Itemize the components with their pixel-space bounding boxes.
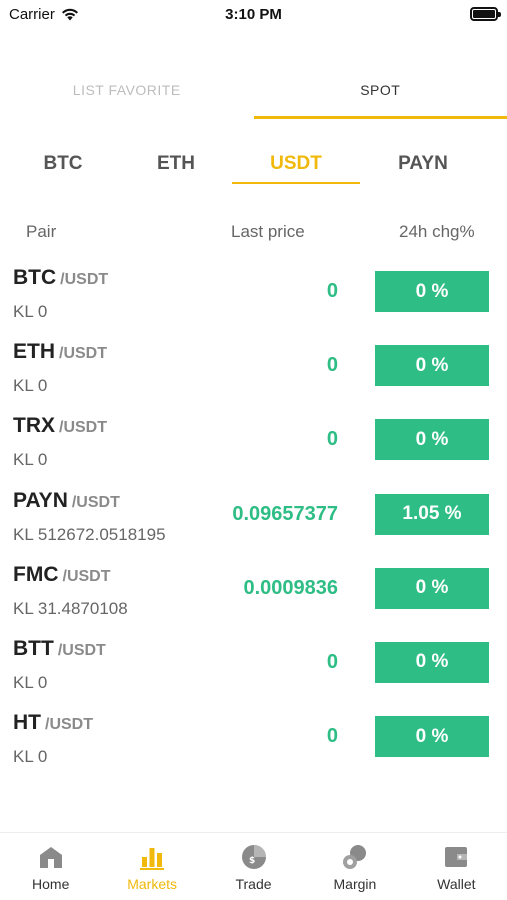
column-header-change[interactable]: 24h chg% (399, 222, 475, 242)
nav-home-label: Home (32, 876, 70, 892)
nav-trade[interactable]: $ Trade (203, 833, 304, 900)
base-symbol: BTT (13, 636, 54, 660)
tab-btc[interactable]: BTC (12, 146, 114, 184)
nav-markets-label: Markets (127, 876, 177, 892)
volume-label: KL 0 (13, 450, 48, 470)
bottom-nav: Home Markets $ Trade Margin Wallet (0, 832, 507, 900)
last-price: 0 (326, 280, 338, 302)
last-price: 0 (326, 725, 338, 748)
pair-name: BTC/USDT (13, 266, 108, 290)
base-symbol: TRX (13, 414, 55, 438)
battery-icon (470, 7, 501, 21)
market-type-tabs: LIST FAVORITE SPOT (0, 70, 507, 122)
volume-label: KL 512672.0518195 (13, 524, 166, 544)
nav-wallet[interactable]: Wallet (406, 833, 507, 900)
market-list: BTC/USDT KL 0 0 0 % ETH/USDT KL 0 0 0 % … (0, 262, 507, 781)
change-badge[interactable]: 0 % (375, 419, 489, 461)
change-badge[interactable]: 0 % (375, 345, 489, 387)
quote-symbol: /USDT (59, 345, 107, 363)
base-symbol: FMC (13, 562, 59, 586)
pair-name: BTT/USDT (13, 637, 106, 661)
last-price: 0.09657377 (232, 502, 338, 525)
market-row[interactable]: BTC/USDT KL 0 0 0 % (0, 262, 507, 336)
nav-margin[interactable]: Margin (304, 833, 405, 900)
volume-label: KL 0 (13, 376, 48, 396)
column-header-pair[interactable]: Pair (26, 222, 56, 242)
quote-symbol: /USDT (45, 716, 93, 734)
quote-symbol: /USDT (60, 271, 109, 288)
change-badge[interactable]: 0 % (375, 567, 489, 609)
last-price: 0 (326, 650, 338, 673)
column-header-last-price[interactable]: Last price (231, 222, 305, 242)
pair-name: TRX/USDT (13, 414, 107, 438)
pair-name: HT/USDT (13, 711, 93, 735)
base-symbol: PAYN (13, 488, 68, 512)
nav-home[interactable]: Home (0, 833, 101, 900)
margin-icon (342, 845, 366, 869)
change-badge[interactable]: 0 % (375, 641, 489, 683)
volume-label: KL 0 (13, 672, 48, 692)
last-price: 0 (326, 354, 338, 377)
tab-list-favorite[interactable]: LIST FAVORITE (0, 70, 254, 122)
quote-coin-tabs: BTC ETH USDT PAYN (0, 146, 507, 188)
pair-name: FMC/USDT (13, 563, 111, 587)
tab-spot[interactable]: SPOT (253, 70, 507, 122)
quote-symbol: /USDT (57, 641, 106, 659)
nav-trade-label: Trade (235, 876, 272, 892)
nav-wallet-label: Wallet (437, 876, 476, 892)
last-price: 0.0009836 (243, 576, 338, 599)
pair-name: PAYN/USDT (13, 489, 120, 513)
wallet-icon (445, 847, 468, 867)
nav-margin-label: Margin (333, 876, 377, 892)
markets-icon (140, 848, 165, 870)
change-badge[interactable]: 0 % (375, 271, 489, 312)
volume-label: KL 31.4870108 (13, 598, 128, 618)
quote-symbol: /USDT (71, 493, 120, 511)
market-row[interactable]: ETH/USDT KL 0 0 0 % (0, 336, 507, 410)
volume-label: KL 0 (13, 747, 48, 767)
market-row[interactable]: PAYN/USDT KL 512672.0518195 0.09657377 1… (0, 485, 507, 559)
tab-eth[interactable]: ETH (125, 146, 227, 184)
market-row[interactable]: FMC/USDT KL 31.4870108 0.0009836 0 % (0, 559, 507, 633)
tab-payn[interactable]: PAYN (372, 146, 474, 184)
last-price: 0 (326, 428, 338, 451)
base-symbol: HT (13, 711, 41, 735)
home-icon (39, 847, 62, 868)
change-badge[interactable]: 0 % (375, 716, 489, 758)
status-time: 3:10 PM (225, 6, 282, 23)
base-symbol: BTC (13, 266, 57, 289)
status-bar: Carrier 3:10 PM (0, 0, 507, 30)
tab-usdt[interactable]: USDT (232, 146, 360, 184)
market-row[interactable]: BTT/USDT KL 0 0 0 % (0, 633, 507, 707)
market-row[interactable]: TRX/USDT KL 0 0 0 % (0, 410, 507, 484)
volume-label: KL 0 (13, 302, 48, 321)
quote-symbol: /USDT (59, 419, 107, 437)
change-badge[interactable]: 1.05 % (375, 493, 489, 535)
market-row[interactable]: HT/USDT KL 0 0 0 % (0, 707, 507, 781)
pair-name: ETH/USDT (13, 340, 107, 364)
base-symbol: ETH (13, 340, 55, 364)
quote-symbol: /USDT (62, 567, 111, 585)
trade-icon: $ (241, 845, 266, 869)
nav-markets[interactable]: Markets (101, 833, 202, 900)
svg-text:$: $ (249, 856, 255, 866)
